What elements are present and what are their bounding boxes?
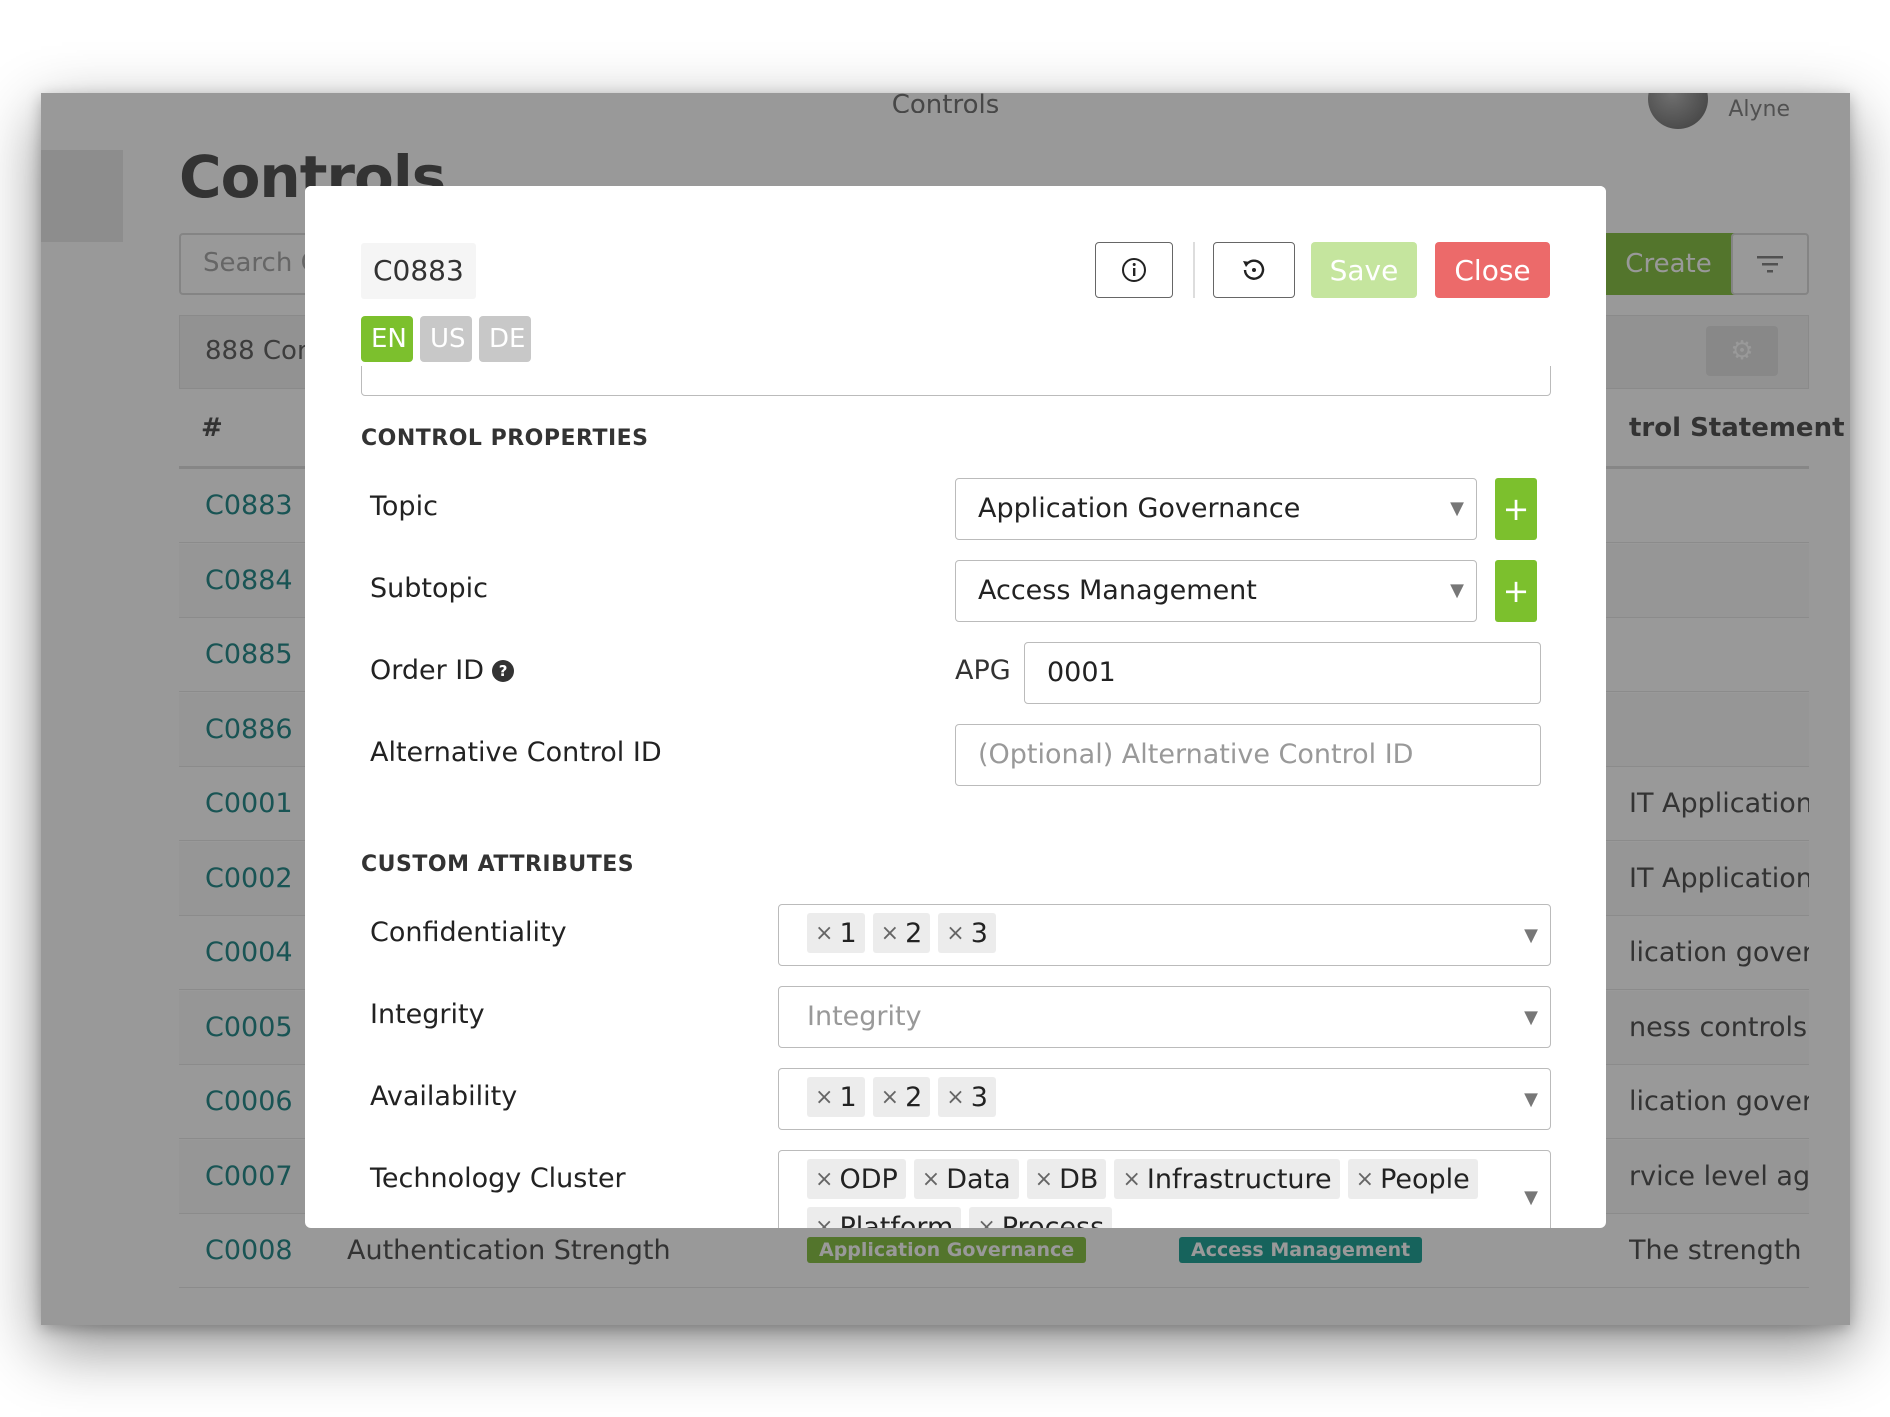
header-divider <box>1193 242 1195 298</box>
alt-control-id-input[interactable]: (Optional) Alternative Control ID <box>955 724 1541 786</box>
modal-body[interactable]: CONTROL PROPERTIES Topic Application Gov… <box>305 366 1606 1228</box>
confidentiality-tag-label: 2 <box>905 917 923 949</box>
order-id-input[interactable]: 0001 <box>1024 642 1541 704</box>
availability-tags: × 1 × 2 × 3 <box>807 1077 1520 1117</box>
technology-cluster-tag: × People <box>1347 1159 1478 1199</box>
tab-language-de[interactable]: DE <box>479 316 531 362</box>
availability-label: Availability <box>370 1081 518 1112</box>
help-icon[interactable]: ? <box>492 659 515 682</box>
technology-cluster-tag-label: People <box>1380 1163 1470 1195</box>
technology-cluster-tag-label: Infrastructure <box>1146 1163 1332 1195</box>
availability-tag: × 1 <box>807 1077 865 1117</box>
confidentiality-tags: × 1 × 2 × 3 <box>807 913 1520 953</box>
close-icon[interactable]: × <box>815 1167 833 1192</box>
technology-cluster-tag-label: DB <box>1059 1163 1099 1195</box>
availability-tag-label: 3 <box>970 1081 988 1113</box>
technology-cluster-label: Technology Cluster <box>370 1163 626 1194</box>
modal-header: C0883 Save Close EN US DE <box>305 186 1606 366</box>
technology-cluster-tag-label: ODP <box>839 1163 898 1195</box>
confidentiality-tag-label: 1 <box>839 917 857 949</box>
history-button[interactable] <box>1213 242 1295 298</box>
integrity-placeholder: Integrity <box>807 1001 922 1032</box>
confidentiality-tag: × 3 <box>938 913 996 953</box>
chevron-down-icon: ▼ <box>1524 1187 1538 1208</box>
subtopic-value: Access Management <box>978 575 1257 606</box>
confidentiality-label: Confidentiality <box>370 917 567 948</box>
close-icon[interactable]: × <box>1035 1167 1053 1192</box>
section-title-control-properties: CONTROL PROPERTIES <box>361 426 649 451</box>
plus-icon: + <box>1502 490 1530 528</box>
alt-control-id-label: Alternative Control ID <box>370 737 662 768</box>
technology-cluster-tag: × Infrastructure <box>1114 1159 1340 1199</box>
integrity-label: Integrity <box>370 999 485 1030</box>
topic-select[interactable]: Application Governance ▼ <box>955 478 1477 540</box>
close-icon[interactable]: × <box>815 1215 833 1229</box>
order-id-value: 0001 <box>1047 657 1116 688</box>
close-icon[interactable]: × <box>1356 1167 1374 1192</box>
chevron-down-icon: ▼ <box>1524 1089 1538 1110</box>
add-topic-button[interactable]: + <box>1495 478 1537 540</box>
topic-label: Topic <box>370 491 438 522</box>
control-edit-modal: C0883 Save Close EN US DE CONTROL PROPER… <box>305 186 1606 1228</box>
technology-cluster-tag-label: Process <box>1001 1211 1105 1229</box>
chevron-down-icon: ▼ <box>1450 498 1464 519</box>
subtopic-label: Subtopic <box>370 573 488 604</box>
availability-tag-label: 2 <box>905 1081 923 1113</box>
subtopic-select[interactable]: Access Management ▼ <box>955 560 1477 622</box>
technology-cluster-tags: × ODP × Data × DB × Infrastructure × People × Platf… <box>807 1159 1520 1228</box>
availability-multiselect[interactable]: × 1 × 2 × 3 ▼ <box>778 1068 1551 1130</box>
close-icon[interactable]: × <box>1122 1167 1140 1192</box>
history-icon <box>1243 259 1265 280</box>
save-button[interactable]: Save <box>1311 242 1417 298</box>
availability-tag: × 3 <box>938 1077 996 1117</box>
technology-cluster-tag-label: Platform <box>839 1211 954 1229</box>
availability-tag-label: 1 <box>839 1081 857 1113</box>
close-icon[interactable]: × <box>977 1215 995 1229</box>
screen: Controls Alyne Controls Search C Create … <box>0 0 1890 1417</box>
close-icon[interactable]: × <box>815 921 833 946</box>
technology-cluster-tag-label: Data <box>946 1163 1011 1195</box>
close-icon[interactable]: × <box>946 921 964 946</box>
close-button[interactable]: Close <box>1435 242 1550 298</box>
technology-cluster-tag: × Process <box>969 1207 1113 1229</box>
add-subtopic-button[interactable]: + <box>1495 560 1537 622</box>
chevron-down-icon: ▼ <box>1450 580 1464 601</box>
chevron-down-icon: ▼ <box>1524 1007 1538 1028</box>
order-id-label-text: Order ID <box>370 655 485 686</box>
tab-language-us[interactable]: US <box>420 316 472 362</box>
control-id: C0883 <box>361 243 476 299</box>
text-field[interactable] <box>361 366 1551 396</box>
close-icon[interactable]: × <box>881 1085 899 1110</box>
tab-language-en[interactable]: EN <box>361 316 413 362</box>
technology-cluster-tag: × ODP <box>807 1159 906 1199</box>
technology-cluster-multiselect[interactable]: × ODP × Data × DB × Infrastructure × People × Platf… <box>778 1150 1551 1228</box>
technology-cluster-tag: × Data <box>913 1159 1019 1199</box>
order-id-prefix: APG <box>955 655 1011 686</box>
confidentiality-tag: × 2 <box>872 913 931 953</box>
confidentiality-tag-label: 3 <box>970 917 988 949</box>
chevron-down-icon: ▼ <box>1524 925 1538 946</box>
confidentiality-multiselect[interactable]: × 1 × 2 × 3 ▼ <box>778 904 1551 966</box>
availability-tag: × 2 <box>872 1077 931 1117</box>
technology-cluster-tag: × DB <box>1026 1159 1107 1199</box>
plus-icon: + <box>1502 572 1530 610</box>
confidentiality-tag: × 1 <box>807 913 865 953</box>
order-id-label: Order ID ? <box>370 655 515 686</box>
integrity-multiselect[interactable]: Integrity ▼ <box>778 986 1551 1048</box>
close-icon[interactable]: × <box>922 1167 940 1192</box>
close-icon[interactable]: × <box>881 921 899 946</box>
close-icon[interactable]: × <box>946 1085 964 1110</box>
close-icon[interactable]: × <box>815 1085 833 1110</box>
info-icon <box>1122 258 1146 282</box>
section-title-custom-attributes: CUSTOM ATTRIBUTES <box>361 852 635 877</box>
technology-cluster-tag: × Platform <box>807 1207 962 1229</box>
info-button[interactable] <box>1095 242 1173 298</box>
alt-control-id-placeholder: (Optional) Alternative Control ID <box>978 739 1414 770</box>
topic-value: Application Governance <box>978 493 1301 524</box>
